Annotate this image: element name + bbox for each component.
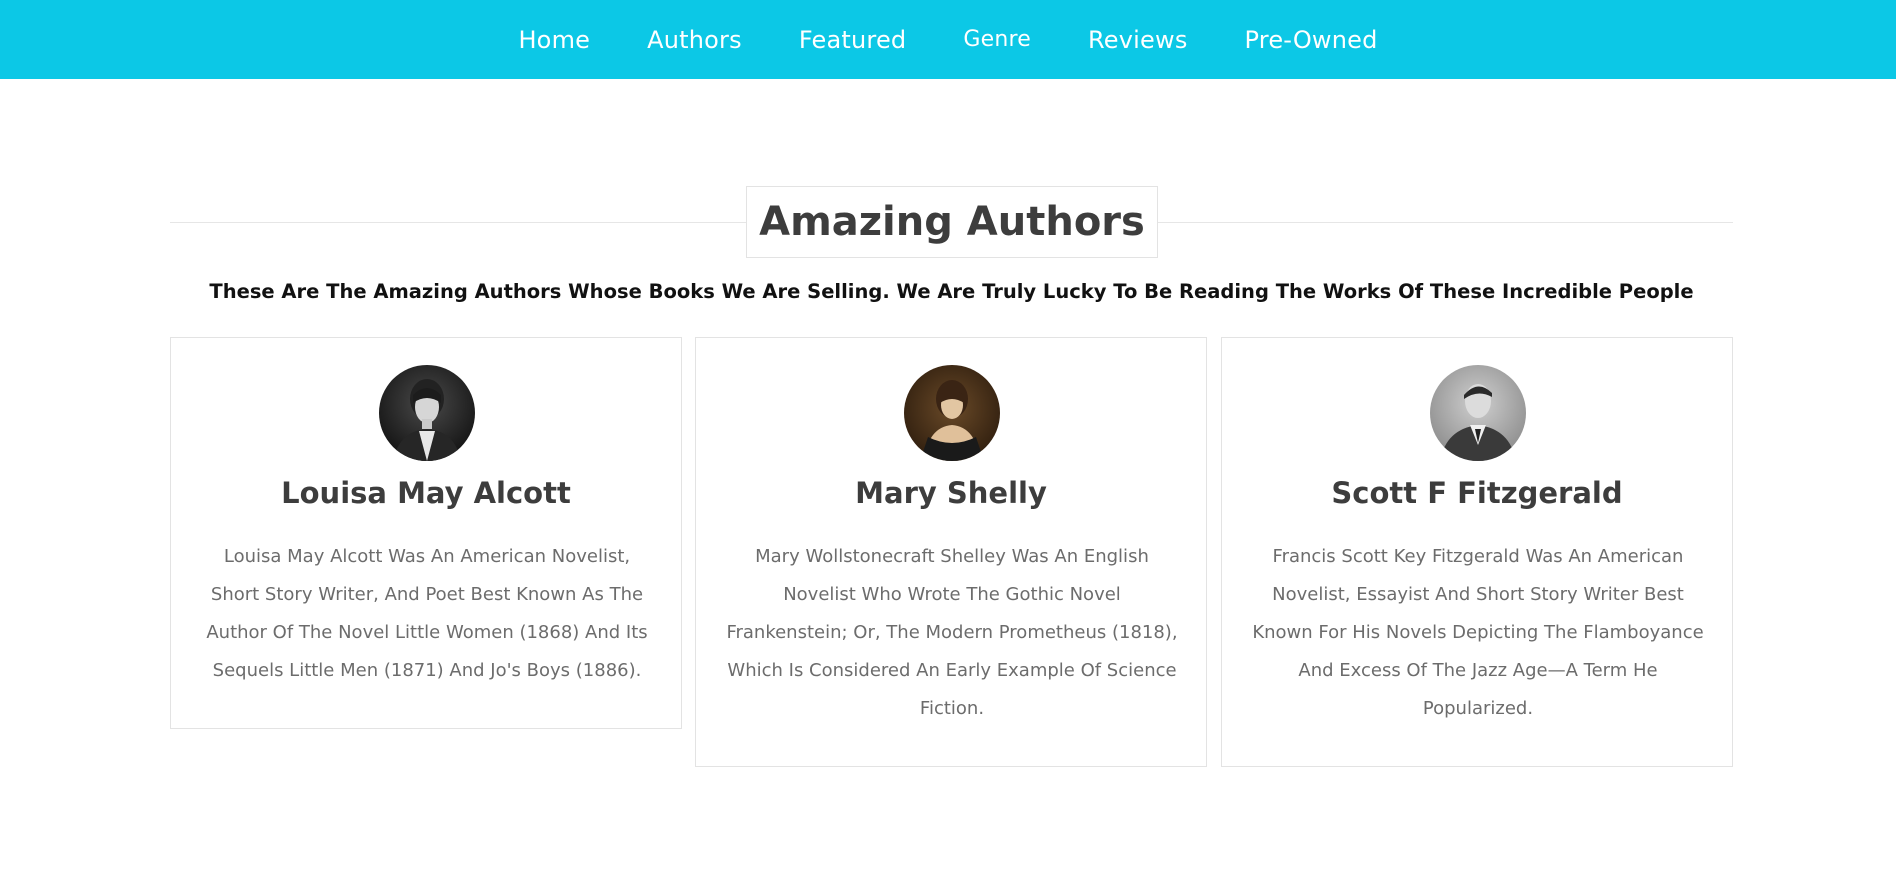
nav-menu: Home Authors Featured Genre Reviews Pre-…: [0, 0, 1896, 79]
author-avatar-fitzgerald: [1430, 365, 1526, 461]
author-card-shelly: Mary Shelly Mary Wollstonecraft Shelley …: [695, 337, 1207, 767]
author-name: Louisa May Alcott: [281, 476, 571, 510]
nav-item-authors: Authors: [647, 26, 742, 54]
nav-link-genre[interactable]: Genre: [963, 27, 1031, 52]
portrait-alcott-image: [379, 365, 475, 461]
author-name: Mary Shelly: [855, 476, 1047, 510]
top-navbar: Home Authors Featured Genre Reviews Pre-…: [0, 0, 1896, 79]
nav-link-featured[interactable]: Featured: [799, 26, 907, 54]
author-avatar-shelly: [904, 365, 1000, 461]
nav-link-authors[interactable]: Authors: [647, 26, 742, 54]
author-bio: Francis Scott Key Fitzgerald Was An Amer…: [1252, 546, 1704, 719]
nav-item-pre-owned: Pre-Owned: [1245, 26, 1378, 54]
nav-link-pre-owned[interactable]: Pre-Owned: [1245, 26, 1378, 54]
author-avatar-alcott: [379, 365, 475, 461]
author-name: Scott F Fitzgerald: [1331, 476, 1623, 510]
author-bio: Louisa May Alcott Was An American Noveli…: [206, 546, 648, 681]
section-title-box: Amazing Authors: [746, 186, 1158, 258]
author-bio: Mary Wollstonecraft Shelley Was An Engli…: [726, 546, 1178, 719]
section-title: Amazing Authors: [759, 199, 1145, 245]
author-card-alcott: Louisa May Alcott Louisa May Alcott Was …: [170, 337, 682, 729]
portrait-fitzgerald-image: [1430, 365, 1526, 461]
nav-item-home: Home: [518, 26, 590, 54]
nav-link-home[interactable]: Home: [518, 26, 590, 54]
author-card-fitzgerald: Scott F Fitzgerald Francis Scott Key Fit…: [1221, 337, 1733, 767]
section-subtitle: These Are The Amazing Authors Whose Book…: [209, 280, 1694, 303]
portrait-shelly-image: [904, 365, 1000, 461]
nav-link-reviews[interactable]: Reviews: [1088, 26, 1188, 54]
nav-item-reviews: Reviews: [1088, 26, 1188, 54]
nav-item-featured: Featured: [799, 26, 907, 54]
nav-item-genre: Genre: [963, 27, 1031, 52]
